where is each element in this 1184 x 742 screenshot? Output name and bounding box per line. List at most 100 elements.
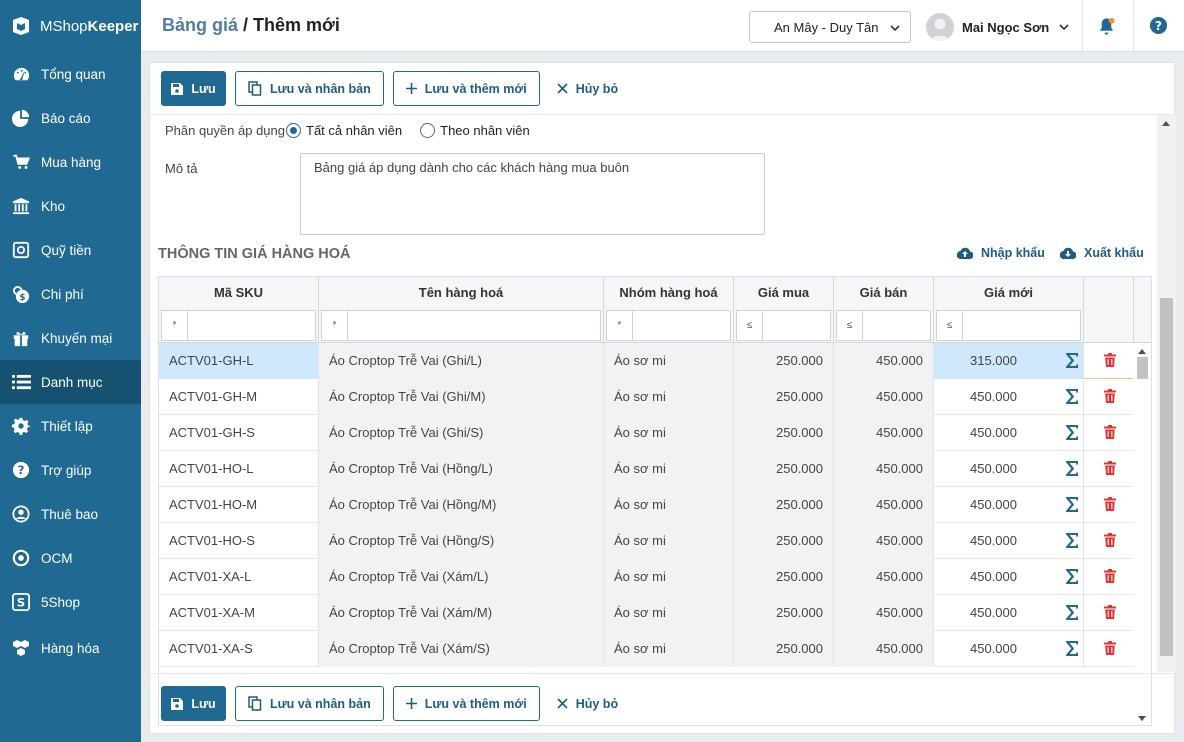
sigma-formula-icon[interactable] <box>1065 604 1079 624</box>
table-row[interactable]: ACTV01-XA-L Áo Croptop Trễ Vai (Xám/L) Áo … <box>159 559 1151 595</box>
cancel-button[interactable]: Hủy bỏ <box>549 71 626 106</box>
svg-text:S: S <box>17 596 25 610</box>
filter-operator[interactable]: * <box>162 311 188 340</box>
delete-trash-icon[interactable] <box>1104 461 1116 478</box>
cell-new-price[interactable]: 450.000 <box>934 559 1084 595</box>
table-row[interactable]: ACTV01-XA-S Áo Croptop Trễ Vai (Xám/S) Áo … <box>159 631 1151 667</box>
table-row[interactable]: ACTV01-GH-L Áo Croptop Trễ Vai (Ghi/L) Áo … <box>159 343 1151 379</box>
filter-sku[interactable]: * <box>161 310 316 341</box>
table-row[interactable]: ACTV01-GH-S Áo Croptop Trễ Vai (Ghi/S) Áo … <box>159 415 1151 451</box>
table-row[interactable]: ACTV01-XA-M Áo Croptop Trễ Vai (Xám/M) Áo … <box>159 595 1151 631</box>
export-button[interactable]: Xuất khẩu <box>1060 246 1144 260</box>
sigma-formula-icon[interactable] <box>1065 568 1079 588</box>
cell-new-price[interactable]: 315.000 <box>934 343 1084 379</box>
filter-operator[interactable]: ≤ <box>837 311 863 340</box>
cancel-button[interactable]: Hủy bỏ <box>549 686 626 721</box>
nav-item-hang-hoa[interactable]: Hàng hóa <box>0 626 141 670</box>
cell-new-price[interactable]: 450.000 <box>934 415 1084 451</box>
description-textarea[interactable]: Bảng giá áp dụng dành cho các khách hàng… <box>300 153 765 235</box>
nav-item-mua-hang[interactable]: Mua hàng <box>0 140 141 184</box>
filter-name[interactable]: * <box>321 310 601 341</box>
page-scrollbar[interactable] <box>1157 115 1176 672</box>
cell-new-price[interactable]: 450.000 <box>934 451 1084 487</box>
nav-item-thiet-lap[interactable]: Thiết lập <box>0 404 141 448</box>
cell-group: Áo sơ mi <box>604 343 734 379</box>
delete-trash-icon[interactable] <box>1104 389 1116 406</box>
delete-trash-icon[interactable] <box>1104 497 1116 514</box>
plus-icon <box>405 698 417 709</box>
filter-operator[interactable]: ≤ <box>737 311 763 340</box>
delete-trash-icon[interactable] <box>1104 353 1116 370</box>
filter-operator[interactable]: * <box>607 311 633 340</box>
cell-new-price[interactable]: 450.000 <box>934 379 1084 415</box>
nav-item-bao-cao[interactable]: Báo cáo <box>0 96 141 140</box>
delete-trash-icon[interactable] <box>1104 569 1116 586</box>
warehouse-icon <box>11 196 31 216</box>
plus-icon <box>405 83 417 94</box>
sigma-formula-icon[interactable] <box>1065 352 1079 372</box>
nav-item-5shop[interactable]: S 5Shop <box>0 580 141 624</box>
scrollbar-thumb[interactable] <box>1160 298 1173 656</box>
nav-label: OCM <box>41 550 73 566</box>
nav-item-khuyen-mai[interactable]: Khuyến mại <box>0 316 141 360</box>
sigma-formula-icon[interactable] <box>1065 424 1079 444</box>
sigma-formula-icon[interactable] <box>1065 532 1079 552</box>
sigma-formula-icon[interactable] <box>1065 388 1079 408</box>
filter-group[interactable]: * <box>606 310 731 341</box>
cell-new-price[interactable]: 450.000 <box>934 523 1084 559</box>
nav-item-tong-quan[interactable]: Tổng quan <box>0 52 141 96</box>
cell-group: Áo sơ mi <box>604 559 734 595</box>
nav-item-kho[interactable]: Kho <box>0 184 141 228</box>
delete-trash-icon[interactable] <box>1104 533 1116 550</box>
table-row[interactable]: ACTV01-GH-M Áo Croptop Trễ Vai (Ghi/M) Áo … <box>159 379 1151 415</box>
save-and-copy-button[interactable]: Lưu và nhân bản <box>235 71 384 106</box>
radio-all-employees[interactable]: Tất cả nhân viên <box>286 123 402 138</box>
nav-item-tro-giup[interactable]: ? Trợ giúp <box>0 448 141 492</box>
nav-item-danh-muc[interactable]: Danh mục <box>0 360 141 404</box>
user-menu[interactable]: Mai Ngọc Sơn <box>926 12 1069 42</box>
nav-item-quy-tien[interactable]: Quỹ tiền <box>0 228 141 272</box>
cell-new-price[interactable]: 450.000 <box>934 487 1084 523</box>
filter-price[interactable]: ≤ <box>836 310 931 341</box>
scroll-up-icon[interactable] <box>1162 121 1170 126</box>
save-and-copy-button[interactable]: Lưu và nhân bản <box>235 686 384 721</box>
table-row[interactable]: ACTV01-HO-L Áo Croptop Trễ Vai (Hồng/L) Áo… <box>159 451 1151 487</box>
delete-trash-icon[interactable] <box>1104 641 1116 658</box>
sigma-formula-icon[interactable] <box>1065 460 1079 480</box>
nav-label: Mua hàng <box>41 154 102 170</box>
cell-new-price[interactable]: 450.000 <box>934 631 1084 667</box>
nav-item-chi-phi[interactable]: $ Chi phí <box>0 272 141 316</box>
filter-cost[interactable]: ≤ <box>736 310 831 341</box>
table-scrollbar[interactable] <box>1133 343 1151 725</box>
scroll-up-icon[interactable] <box>1138 349 1146 354</box>
delete-trash-icon[interactable] <box>1104 425 1116 442</box>
save-and-new-button[interactable]: Lưu và thêm mới <box>392 71 540 106</box>
save-and-copy-label: Lưu và nhân bản <box>270 81 371 96</box>
breadcrumb-bang-gia[interactable]: Bảng giá <box>162 15 238 35</box>
nav-label: Danh mục <box>41 374 103 390</box>
filter-operator[interactable]: * <box>322 311 348 340</box>
save-and-new-button[interactable]: Lưu và thêm mới <box>392 686 540 721</box>
cell-name: Áo Croptop Trễ Vai (Ghi/M) <box>319 379 604 415</box>
table-row[interactable]: ACTV01-HO-S Áo Croptop Trễ Vai (Hồng/S) Áo… <box>159 523 1151 559</box>
app-brand[interactable]: MShop Keeper <box>0 0 141 52</box>
notification-bell-icon[interactable] <box>1097 16 1116 39</box>
nav-item-thue-bao[interactable]: Thuê bao <box>0 492 141 536</box>
table-row[interactable]: ACTV01-HO-M Áo Croptop Trễ Vai (Hồng/M) Áo… <box>159 487 1151 523</box>
filter-new-price[interactable]: ≤ <box>936 310 1081 341</box>
scrollbar-thumb[interactable] <box>1137 357 1148 379</box>
cell-new-price[interactable]: 450.000 <box>934 595 1084 631</box>
save-button[interactable]: Lưu <box>161 71 226 106</box>
sigma-formula-icon[interactable] <box>1065 640 1079 660</box>
sigma-formula-icon[interactable] <box>1065 496 1079 516</box>
filter-operator[interactable]: ≤ <box>937 311 963 340</box>
import-button[interactable]: Nhập khẩu <box>957 246 1045 260</box>
delete-trash-icon[interactable] <box>1104 605 1116 622</box>
nav-item-ocm[interactable]: OCM <box>0 536 141 580</box>
save-button[interactable]: Lưu <box>161 686 226 721</box>
cell-group: Áo sơ mi <box>604 379 734 415</box>
close-icon <box>557 83 568 94</box>
store-select[interactable]: An Mây - Duy Tân <box>749 11 911 43</box>
radio-by-employee[interactable]: Theo nhân viên <box>420 123 530 138</box>
help-icon[interactable]: ? <box>1149 16 1168 38</box>
